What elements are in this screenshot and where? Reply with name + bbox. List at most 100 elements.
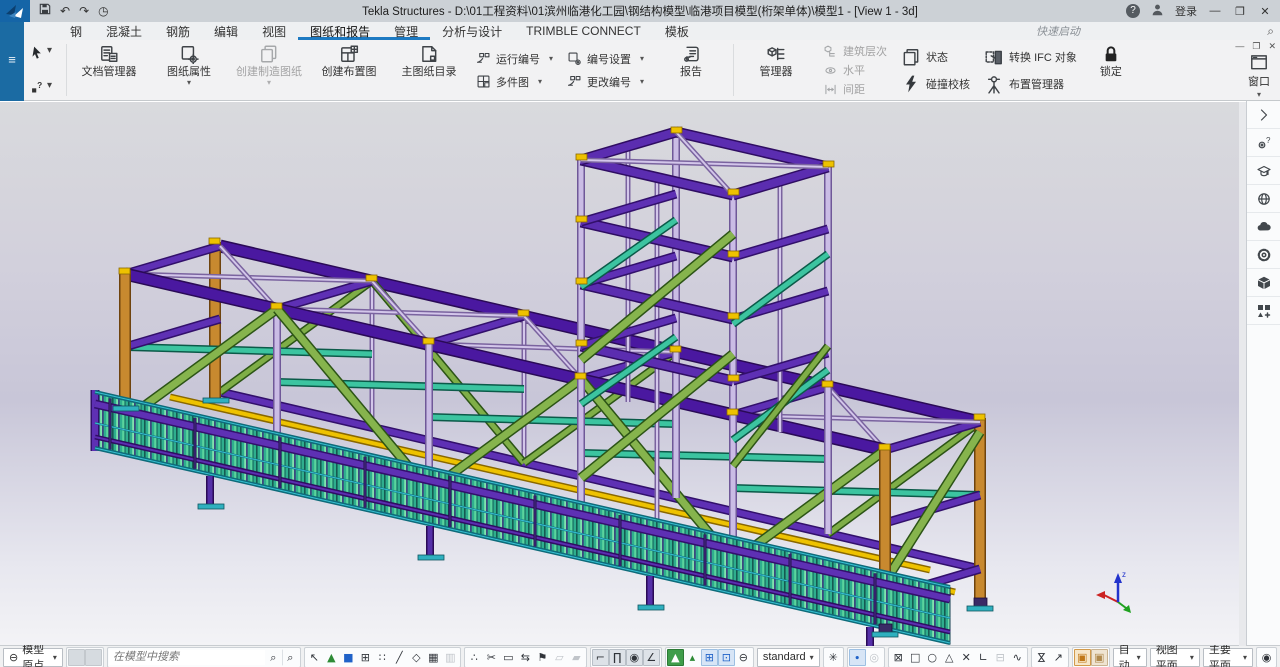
work-area-tool[interactable]: ▴	[684, 649, 701, 666]
viewport-scroll-strip[interactable]	[1239, 102, 1246, 646]
status-button[interactable]: 状态	[901, 47, 970, 67]
tab-图纸和报告[interactable]: 图纸和报告	[298, 22, 382, 40]
minimize-button[interactable]: —	[1208, 5, 1222, 17]
master-drawing-catalog-button[interactable]: 主图纸目录	[389, 40, 469, 100]
model-search-icon[interactable]: ⌕	[265, 649, 282, 666]
components-icon[interactable]	[1247, 297, 1280, 325]
plane-auto-dropdown[interactable]: 自动▾	[1113, 648, 1147, 667]
inquire-tool-button[interactable]: ? ▾	[30, 80, 64, 95]
render-mode-tool[interactable]: ▲	[667, 649, 684, 666]
convert-ifc-button[interactable]: 转换 IFC 对象	[984, 47, 1077, 67]
undo-button[interactable]: ↶	[60, 0, 70, 22]
collapse-panel-icon[interactable]	[1247, 101, 1280, 129]
doc-restore-button[interactable]: ❐	[1252, 41, 1260, 52]
tab-钢[interactable]: 钢	[58, 22, 94, 40]
applications-icon[interactable]	[1247, 129, 1280, 157]
plane-visibility-icon[interactable]: ◉	[1258, 649, 1275, 666]
angle-tool[interactable]: ∠	[643, 649, 660, 666]
flag-tool[interactable]: ⚑	[534, 649, 551, 666]
snap-geometry-points[interactable]: □	[907, 649, 924, 666]
quick-launch-search[interactable]: 快速启动 ⌕	[1036, 22, 1274, 40]
organizer-button[interactable]: 管理器	[736, 40, 816, 100]
select-tool-button[interactable]: ▾	[30, 45, 64, 60]
help-icon[interactable]: ?	[1126, 4, 1140, 18]
selection-mode-dropdown[interactable]: standard ▾	[757, 648, 820, 667]
select-points[interactable]: ∷	[374, 649, 391, 666]
select-tool-disabled-2[interactable]: ▰	[568, 649, 585, 666]
snap-visibility[interactable]: ◎	[866, 649, 883, 666]
spacing-button[interactable]: 间距	[823, 81, 887, 97]
create-ga-drawing-button[interactable]: 创建布置图	[309, 40, 389, 100]
select-objects[interactable]: ◇	[408, 649, 425, 666]
tab-分析与设计[interactable]: 分析与设计	[430, 22, 514, 40]
doc-close-button[interactable]: ✕	[1268, 41, 1276, 52]
close-button[interactable]: ✕	[1258, 5, 1272, 18]
select-grids[interactable]: ▦	[425, 649, 442, 666]
view-plane-dropdown[interactable]: 视图平面▾	[1150, 648, 1200, 667]
model-search-select-icon[interactable]: ⌕	[282, 649, 299, 666]
snap-depth-override[interactable]: ⋈	[1033, 649, 1050, 666]
drag-drop-switch[interactable]: ⇆	[517, 649, 534, 666]
select-tool-disabled-1[interactable]: ▱	[551, 649, 568, 666]
select-components[interactable]: ⊞	[357, 649, 374, 666]
numbering-settings-button[interactable]: 编号设置▾	[567, 51, 644, 67]
tab-视图[interactable]: 视图	[250, 22, 298, 40]
cloud-icon[interactable]	[1247, 213, 1280, 241]
search-icon[interactable]: ⌕	[1267, 24, 1274, 39]
save-button[interactable]	[39, 0, 51, 22]
select-filter-box[interactable]: ■	[340, 649, 357, 666]
spray-select[interactable]: ∴	[466, 649, 483, 666]
menu-icon[interactable]: ≡	[0, 52, 24, 67]
multi-drawing-button[interactable]: 多件图▾	[476, 74, 553, 90]
user-icon[interactable]	[1151, 3, 1164, 19]
layout-manager-button[interactable]: 布置管理器	[984, 74, 1077, 94]
relative-snap-toggle[interactable]: ▣	[1091, 649, 1108, 666]
document-manager-button[interactable]: 文档管理器	[69, 40, 149, 100]
learning-icon[interactable]	[1247, 157, 1280, 185]
snap-midpoints[interactable]: △	[941, 649, 958, 666]
visibility-tool[interactable]: ◉	[626, 649, 643, 666]
lock-button[interactable]: 锁定	[1084, 40, 1138, 100]
level-button[interactable]: 水平	[823, 62, 887, 78]
change-numbering-button[interactable]: 更改编号▾	[567, 74, 644, 90]
polyline-tool[interactable]: ⌐	[592, 649, 609, 666]
snap-extension-disabled[interactable]: ⊟	[992, 649, 1009, 666]
clash-check-button[interactable]: 碰撞校核	[901, 74, 970, 94]
restore-button[interactable]: ❐	[1233, 5, 1247, 18]
main-plane-dropdown[interactable]: 主要平面▾	[1203, 648, 1253, 667]
tab-编辑[interactable]: 编辑	[202, 22, 250, 40]
reports-button[interactable]: 报告	[651, 40, 731, 100]
building-hierarchy-button[interactable]: 建筑层次	[823, 43, 887, 59]
create-fabrication-drawings-button[interactable]: 创建制造图纸 ▾	[229, 40, 309, 100]
login-button[interactable]: 登录	[1175, 3, 1197, 19]
model-origin-dropdown[interactable]: ⊖ 模型原点 ▾	[3, 648, 63, 667]
ortho-snap-toggle[interactable]: ▣	[1074, 649, 1091, 666]
history-button[interactable]: ◷	[98, 0, 108, 22]
tab-混凝土[interactable]: 混凝土	[94, 22, 154, 40]
model-3d-view[interactable]: z	[0, 101, 1246, 645]
doc-minimize-button[interactable]: —	[1235, 41, 1244, 52]
run-numbering-button[interactable]: 运行编号▾	[476, 51, 553, 67]
tab-管理[interactable]: 管理	[382, 22, 430, 40]
snap-settings-icon[interactable]: ✳	[825, 649, 842, 666]
model-search-input[interactable]	[109, 650, 265, 665]
snap-grid-a[interactable]: ⊞	[701, 649, 718, 666]
tab-钢筋[interactable]: 钢筋	[154, 22, 202, 40]
snap-nearest[interactable]: ∿	[1009, 649, 1026, 666]
select-lines[interactable]: ╱	[391, 649, 408, 666]
tab-模板[interactable]: 模板	[653, 22, 701, 40]
select-grid-lines[interactable]: ▥	[442, 649, 459, 666]
tab-TRIMBLE CONNECT[interactable]: TRIMBLE CONNECT	[514, 22, 653, 40]
snap-perpendicular[interactable]: ∟	[975, 649, 992, 666]
origin-tool-disabled-2[interactable]	[85, 649, 102, 666]
tekla-logo[interactable]	[0, 0, 30, 22]
window-menu-button[interactable]: 窗口 ▾	[1248, 52, 1270, 99]
snap-intersections[interactable]: ✕	[958, 649, 975, 666]
ortho-tool[interactable]: ∏	[609, 649, 626, 666]
redo-button[interactable]: ↷	[79, 0, 89, 22]
settings-icon[interactable]	[1247, 241, 1280, 269]
drawing-properties-button[interactable]: 图纸属性 ▾	[149, 40, 229, 100]
select-all-switch[interactable]: ↖	[306, 649, 323, 666]
snap-direction-override[interactable]: ↗	[1050, 649, 1067, 666]
fence-select[interactable]: ▭	[500, 649, 517, 666]
